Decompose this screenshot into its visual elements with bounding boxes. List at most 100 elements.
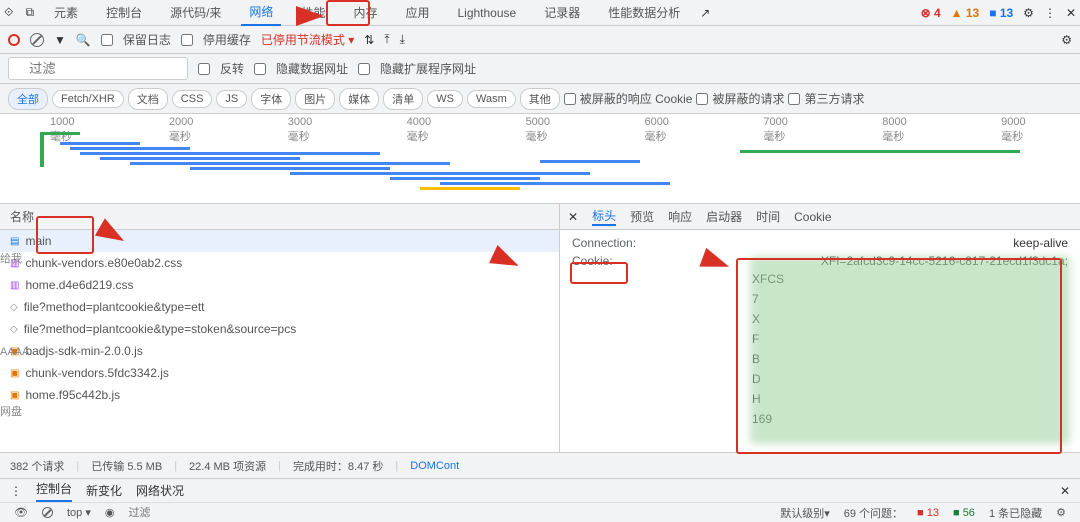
tab-network[interactable]: 网络 xyxy=(241,0,281,26)
request-name: chunk-vendors.e80e0ab2.css xyxy=(25,256,182,270)
dtab-response[interactable]: 响应 xyxy=(668,208,692,225)
dtab-preview[interactable]: 预览 xyxy=(630,208,654,225)
gear-icon[interactable]: ⚙ xyxy=(1061,33,1072,47)
tab-performance[interactable]: 性能 xyxy=(293,0,333,25)
gear-icon[interactable]: ⚙ xyxy=(1023,6,1034,20)
search-icon[interactable]: 🔍 xyxy=(76,33,91,47)
overflow-icon[interactable]: ↗ xyxy=(700,6,710,20)
dtab-initiator[interactable]: 启动器 xyxy=(706,208,742,225)
request-name: home.f95c442b.js xyxy=(25,388,120,402)
hide-data-urls-label: 隐藏数据网址 xyxy=(276,60,348,77)
dtab-headers[interactable]: 标头 xyxy=(592,207,616,226)
chip-js[interactable]: JS xyxy=(216,90,247,108)
domcontent: DOMCont xyxy=(410,460,459,472)
timeline-chart[interactable]: 1000 毫秒 2000 毫秒 3000 毫秒 4000 毫秒 5000 毫秒 … xyxy=(0,114,1080,204)
side-b: AAAA xyxy=(0,346,36,358)
disable-cache-label: 停用缓存 xyxy=(203,31,251,48)
chip-css[interactable]: CSS xyxy=(172,90,213,108)
filter-icon[interactable]: ▼ xyxy=(54,33,66,47)
request-row[interactable]: ▥chunk-vendors.e80e0ab2.css xyxy=(0,252,559,274)
tab-console[interactable]: 控制台 xyxy=(98,0,150,25)
warning-count[interactable]: ▲ 13 xyxy=(951,6,980,20)
more-icon[interactable]: ⋮ xyxy=(10,484,22,498)
tab-recorder[interactable]: 记录器 xyxy=(536,0,588,25)
tab-application[interactable]: 应用 xyxy=(397,0,437,25)
eye-icon[interactable]: 👁 xyxy=(14,506,28,519)
request-name: file?method=plantcookie&type=stoken&sour… xyxy=(24,322,297,336)
throttle-select[interactable]: 已停用节流模式 ▾ xyxy=(261,31,354,48)
context-select[interactable]: top ▾ xyxy=(67,506,91,519)
hide-data-urls-checkbox[interactable] xyxy=(254,63,266,75)
tab-sources[interactable]: 源代码/来 xyxy=(162,0,229,25)
issues-i1: 13 xyxy=(927,507,939,519)
clear-icon[interactable] xyxy=(30,33,44,47)
request-name: file?method=plantcookie&type=ett xyxy=(24,300,205,314)
console-tab-network-conditions[interactable]: 网络状况 xyxy=(136,482,184,499)
inspect-icon[interactable]: ⟐ xyxy=(4,5,13,20)
upload-icon[interactable]: ⤒ xyxy=(384,32,389,47)
chip-manifest[interactable]: 清单 xyxy=(383,88,423,110)
info-count[interactable]: ■ 13 xyxy=(989,6,1013,20)
level-select[interactable]: 默认级别▾ xyxy=(780,505,830,521)
filter-input[interactable] xyxy=(8,57,188,80)
finish-time: 完成用时：8.47 秒 xyxy=(293,458,383,474)
hide-ext-urls-label: 隐藏扩展程序网址 xyxy=(380,60,476,77)
side-c: 网盘 xyxy=(0,403,36,419)
hide-ext-urls-checkbox[interactable] xyxy=(358,63,370,75)
clear-icon[interactable] xyxy=(42,507,53,518)
request-row[interactable]: ▣chunk-vendors.5fdc3342.js xyxy=(0,362,559,384)
close-icon[interactable]: ✕ xyxy=(1060,484,1070,498)
tab-memory[interactable]: 内存 xyxy=(345,0,385,25)
chip-media[interactable]: 媒体 xyxy=(339,88,379,110)
preserve-log-checkbox[interactable] xyxy=(101,34,113,46)
chip-fetch[interactable]: Fetch/XHR xyxy=(52,90,124,108)
request-name: main xyxy=(25,234,51,248)
request-row[interactable]: ◇file?method=plantcookie&type=ett xyxy=(0,296,559,318)
dtab-timing[interactable]: 时间 xyxy=(756,208,780,225)
chip-other[interactable]: 其他 xyxy=(520,88,560,110)
dtab-cookies[interactable]: Cookie xyxy=(794,210,831,224)
gear-icon[interactable]: ⚙ xyxy=(1056,506,1066,519)
tab-perf-insights[interactable]: 性能数据分析 xyxy=(600,0,688,25)
file-icon: ▤ xyxy=(10,236,19,247)
request-name: chunk-vendors.5fdc3342.js xyxy=(25,366,168,380)
request-name: home.d4e6d219.css xyxy=(25,278,133,292)
cookie-blur-block xyxy=(750,256,1070,444)
disable-cache-checkbox[interactable] xyxy=(181,34,193,46)
more-icon[interactable]: ⋮ xyxy=(1044,6,1056,20)
blocked-req-checkbox[interactable] xyxy=(696,93,708,105)
close-icon[interactable]: ✕ xyxy=(568,210,578,224)
request-row[interactable]: ◇file?method=plantcookie&type=stoken&sou… xyxy=(0,318,559,340)
chip-ws[interactable]: WS xyxy=(427,90,463,108)
chip-wasm[interactable]: Wasm xyxy=(467,90,516,108)
hidden-label: 1 条已隐藏 xyxy=(989,505,1042,521)
third-party-label: 第三方请求 xyxy=(804,90,864,107)
request-row[interactable]: ▤ main xyxy=(0,230,559,252)
chip-doc[interactable]: 文档 xyxy=(128,88,168,110)
cookie-key: Cookie: xyxy=(572,254,613,268)
wifi-icon[interactable]: ⇅ xyxy=(364,33,374,47)
download-icon[interactable]: ⤓ xyxy=(400,32,405,47)
tab-lighthouse[interactable]: Lighthouse xyxy=(449,2,524,24)
close-icon[interactable]: ✕ xyxy=(1066,6,1076,20)
console-tab-changes[interactable]: 新变化 xyxy=(86,482,122,499)
record-icon[interactable] xyxy=(8,34,20,46)
issues-label: 69 个问题： xyxy=(844,505,903,521)
chip-img[interactable]: 图片 xyxy=(295,88,335,110)
request-row[interactable]: ▣badjs-sdk-min-2.0.0.js xyxy=(0,340,559,362)
tab-elements[interactable]: 元素 xyxy=(46,0,86,25)
console-tab-console[interactable]: 控制台 xyxy=(36,480,72,502)
chip-font[interactable]: 字体 xyxy=(251,88,291,110)
invert-checkbox[interactable] xyxy=(198,63,210,75)
eye-icon[interactable]: ◉ xyxy=(105,506,115,519)
request-row[interactable]: ▣home.f95c442b.js xyxy=(0,384,559,406)
console-filter-input[interactable] xyxy=(128,507,228,519)
request-row[interactable]: ▥home.d4e6d219.css xyxy=(0,274,559,296)
device-icon[interactable]: ⧉ xyxy=(25,5,34,20)
error-count[interactable]: ⊗ 4 xyxy=(921,6,941,20)
chip-all[interactable]: 全部 xyxy=(8,88,48,110)
preserve-log-label: 保留日志 xyxy=(123,31,171,48)
blocked-cookies-checkbox[interactable] xyxy=(564,93,576,105)
connection-key: Connection: xyxy=(572,236,636,250)
third-party-checkbox[interactable] xyxy=(788,93,800,105)
